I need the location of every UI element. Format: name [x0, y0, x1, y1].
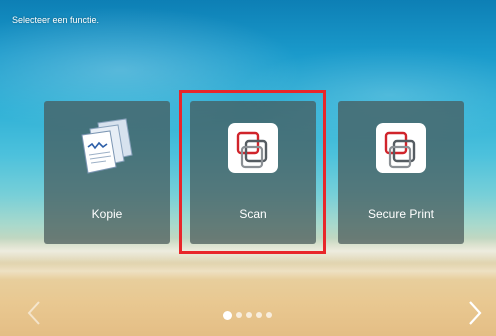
page-dot-1[interactable] [223, 310, 232, 320]
secure-print-icon [376, 123, 426, 173]
tile-scan-label: Scan [239, 207, 267, 221]
page-dot-2[interactable] [236, 312, 242, 318]
instruction-text: Selecteer een functie. [12, 15, 100, 25]
copy-documents-icon [81, 118, 133, 174]
chevron-right-icon[interactable] [466, 300, 484, 326]
scan-icon [228, 123, 278, 173]
shoreline-foam-secondary [0, 262, 496, 280]
page-dot-4[interactable] [256, 312, 262, 318]
tile-scan[interactable]: Scan [190, 101, 316, 244]
tile-secure-print[interactable]: Secure Print [338, 101, 464, 244]
tile-secure-print-label: Secure Print [367, 207, 435, 221]
tile-kopie[interactable]: Kopie [44, 101, 170, 244]
chevron-left-icon[interactable] [25, 300, 43, 326]
page-indicator [223, 309, 272, 321]
tile-kopie-label: Kopie [91, 207, 123, 221]
page-dot-5[interactable] [266, 312, 272, 318]
page-dot-3[interactable] [246, 312, 252, 318]
